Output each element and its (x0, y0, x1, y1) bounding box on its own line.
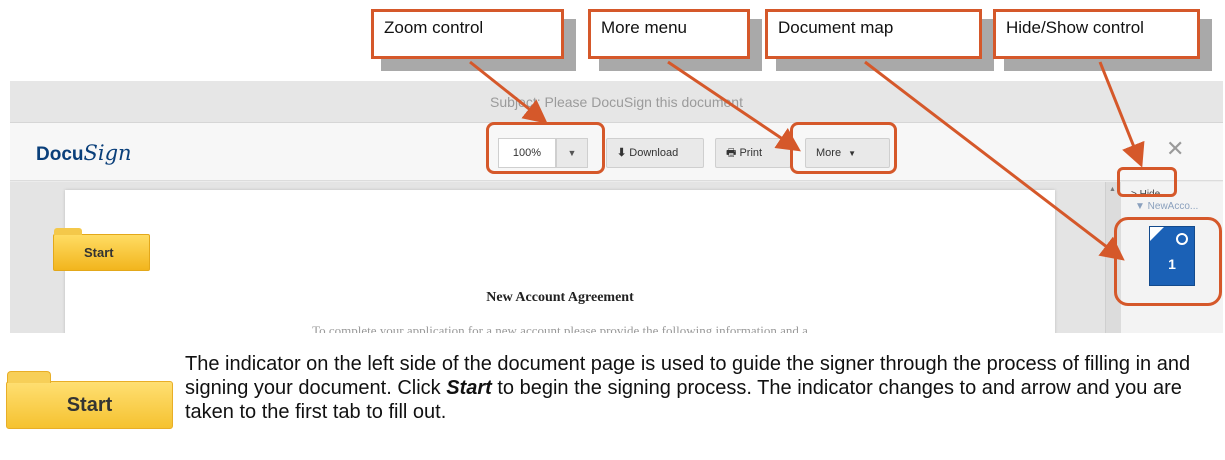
download-label: Download (629, 147, 679, 159)
more-menu-highlight (790, 122, 897, 174)
printer-icon: 🖶 (726, 147, 737, 159)
docusign-screenshot: Subject: Please DocuSign this document D… (10, 81, 1223, 333)
zoom-control-highlight (486, 122, 605, 174)
zoom-control-callout: Zoom control (371, 9, 564, 59)
document-map-callout: Document map (765, 9, 982, 59)
print-button[interactable]: 🖶 Print (715, 138, 791, 168)
toolbar: DocuSign 100% ▼ ⬇ Download 🖶 Print More … (10, 123, 1223, 181)
close-icon[interactable]: ✕ (1166, 136, 1184, 162)
document-page: New Account Agreement To complete your a… (65, 190, 1055, 333)
hide-control-highlight (1117, 167, 1177, 197)
document-map-highlight (1114, 217, 1222, 306)
logo-prefix: Docu (36, 144, 84, 165)
more-menu-callout: More menu (588, 9, 750, 59)
subject-bar: Subject: Please DocuSign this document (10, 81, 1223, 123)
start-tab[interactable]: Start (53, 228, 150, 271)
logo-script: Sign (83, 141, 132, 165)
start-explanation-text: The indicator on the left side of the do… (185, 352, 1215, 424)
document-first-line: To complete your application for a new a… (312, 323, 808, 333)
start-indicator-example: Start (6, 371, 173, 429)
print-label: Print (739, 147, 763, 159)
scroll-up-icon[interactable]: ▲ (1109, 186, 1116, 193)
document-title: New Account Agreement (486, 290, 634, 305)
document-workspace: New Account Agreement To complete your a… (10, 182, 1105, 333)
document-name[interactable]: ▼ NewAcco... (1135, 201, 1198, 212)
explanation-emphasis: Start (446, 377, 492, 399)
hide-show-control-callout: Hide/Show control (993, 9, 1200, 59)
docusign-logo: DocuSign (36, 141, 132, 166)
download-arrow-icon: ⬇ (617, 147, 627, 159)
download-button[interactable]: ⬇ Download (606, 138, 704, 168)
